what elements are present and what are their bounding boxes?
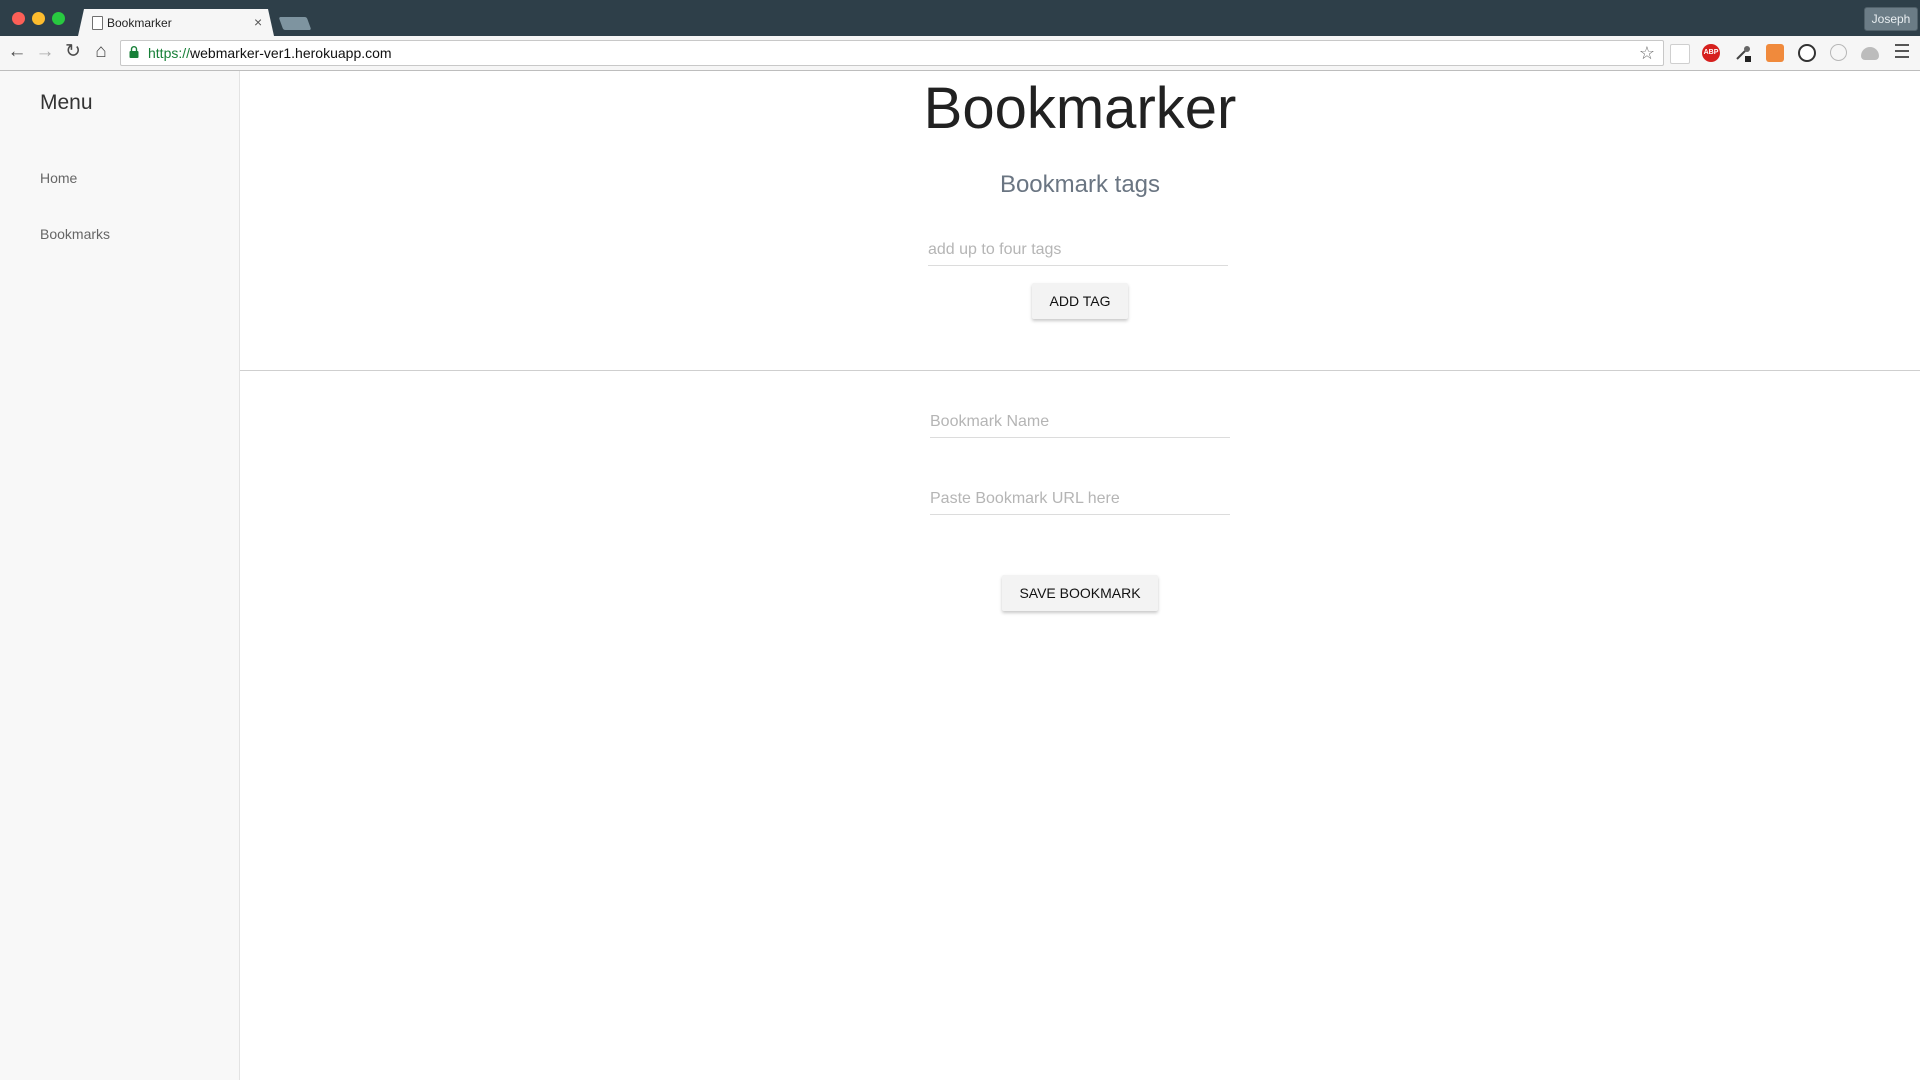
page-icon	[92, 16, 103, 30]
maximize-window-button[interactable]	[52, 12, 65, 25]
url-text: https://webmarker-ver1.herokuapp.com	[148, 45, 392, 61]
tab-title: Bookmarker	[107, 16, 172, 30]
sidebar-item-bookmarks[interactable]: Bookmarks	[40, 226, 110, 242]
add-tag-button[interactable]: ADD TAG	[1032, 283, 1128, 319]
url-scheme: https://	[148, 45, 191, 61]
tab-close-icon[interactable]: ×	[254, 14, 262, 30]
tags-heading: Bookmark tags	[999, 171, 1161, 198]
bookmark-url-input[interactable]	[930, 484, 1230, 515]
minimize-window-button[interactable]	[32, 12, 45, 25]
adblock-icon[interactable]: ABP	[1702, 44, 1720, 62]
sidebar-item-home[interactable]: Home	[40, 170, 77, 186]
profile-button[interactable]: Joseph	[1864, 7, 1918, 31]
calendar-icon[interactable]	[1670, 44, 1690, 64]
panda-icon[interactable]	[1798, 44, 1816, 62]
bookmark-star-icon[interactable]: ☆	[1639, 42, 1655, 64]
fox-icon[interactable]	[1766, 44, 1784, 62]
page-title: Bookmarker	[923, 76, 1237, 141]
close-window-button[interactable]	[12, 12, 25, 25]
lock-icon	[129, 46, 139, 58]
main-content: Bookmarker Bookmark tags ADD TAG SAVE BO…	[240, 71, 1920, 1080]
reload-icon[interactable]: ↻	[62, 41, 84, 63]
window-titlebar: Bookmarker × Joseph	[0, 0, 1920, 36]
browser-tab[interactable]: Bookmarker ×	[78, 9, 274, 36]
cloud-icon[interactable]	[1861, 47, 1879, 60]
forward-arrow-icon[interactable]: →	[34, 41, 56, 63]
browser-toolbar: ← → ↻ ⌂ https://webmarker-ver1.herokuapp…	[0, 36, 1920, 71]
sidebar-title: Menu	[40, 91, 93, 114]
url-host: webmarker-ver1.herokuapp.com	[190, 45, 392, 61]
bookmark-name-input[interactable]	[930, 407, 1230, 438]
home-icon[interactable]: ⌂	[90, 41, 112, 63]
sidebar: Menu Home Bookmarks	[0, 71, 240, 1080]
address-bar[interactable]: https://webmarker-ver1.herokuapp.com ☆	[120, 40, 1664, 66]
browser-menu-icon[interactable]	[1895, 44, 1909, 62]
tag-input[interactable]	[928, 235, 1228, 266]
new-tab-button[interactable]	[278, 17, 312, 30]
section-divider	[240, 370, 1920, 371]
save-bookmark-button[interactable]: SAVE BOOKMARK	[1002, 575, 1158, 611]
eyedropper-icon[interactable]	[1734, 44, 1752, 62]
back-arrow-icon[interactable]: ←	[6, 41, 28, 63]
circle-icon[interactable]	[1830, 44, 1847, 61]
